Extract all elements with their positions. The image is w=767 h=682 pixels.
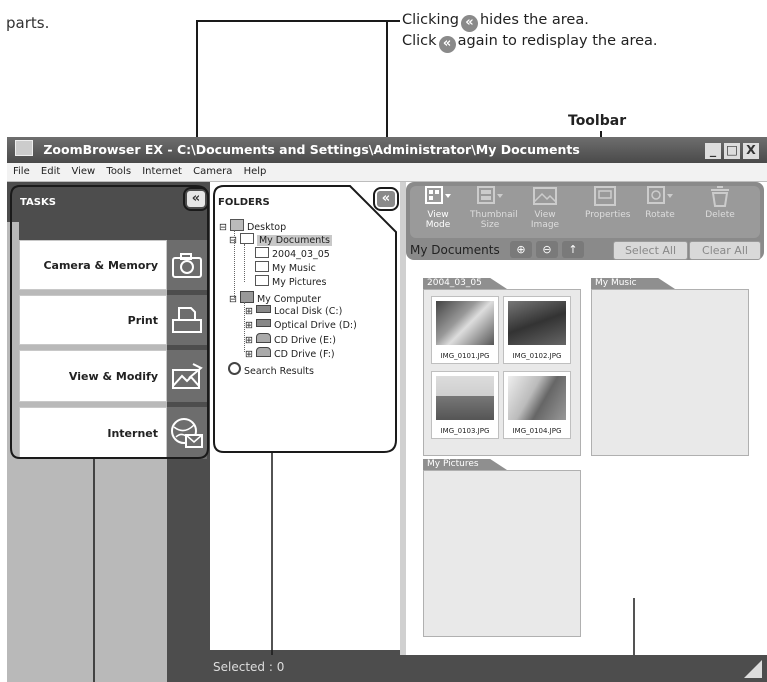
tree-node-optical-drive-d[interactable]: ⊞ Optical Drive (D:) xyxy=(245,319,357,332)
thumbnail-size-icon xyxy=(477,186,503,204)
group-my-music xyxy=(591,289,749,456)
tree-node-2004-03-05[interactable]: 2004_03_05 xyxy=(255,247,330,261)
tree-connector xyxy=(244,244,245,282)
rotate-icon xyxy=(647,186,673,204)
up-folder-button[interactable]: ↑ xyxy=(562,241,584,258)
thumbnail-img-0104[interactable]: IMG_0104.JPG xyxy=(503,371,571,439)
parrot-image xyxy=(436,301,494,345)
rotate-button[interactable]: Rotate xyxy=(640,185,680,235)
folder-icon xyxy=(255,247,269,258)
tree-node-my-music[interactable]: My Music xyxy=(255,261,316,275)
search-icon xyxy=(228,362,241,375)
cd-icon xyxy=(255,347,271,357)
thumbnail-img-0102[interactable]: IMG_0102.JPG xyxy=(503,296,571,364)
cows-image xyxy=(436,376,494,420)
status-text: Selected : 0 xyxy=(213,660,285,674)
properties-icon xyxy=(594,186,616,206)
tree-node-desktop[interactable]: ⊟ Desktop xyxy=(219,219,286,234)
up-arrow-icon: ↑ xyxy=(568,243,578,256)
thumbnail-img-0103[interactable]: IMG_0103.JPG xyxy=(431,371,499,439)
giraffe-image xyxy=(508,376,566,420)
select-all-button[interactable]: Select All xyxy=(613,241,688,260)
tree-node-my-pictures[interactable]: My Pictures xyxy=(255,275,326,289)
folder-icon xyxy=(255,261,269,272)
bird-image xyxy=(508,301,566,345)
zoom-out-icon: ⊖ xyxy=(542,243,552,256)
thumbnail-img-0101[interactable]: IMG_0101.JPG xyxy=(431,296,499,364)
tree-node-cd-drive-e[interactable]: ⊞ CD Drive (E:) xyxy=(245,333,336,347)
folders-collapse-button[interactable]: « xyxy=(377,191,395,207)
view-image-icon xyxy=(533,187,557,205)
resize-grip-icon[interactable] xyxy=(744,660,762,678)
zoom-out-button[interactable]: ⊖ xyxy=(536,241,558,258)
view-mode-button[interactable]: View Mode xyxy=(418,185,458,235)
view-image-button[interactable]: View Image xyxy=(525,185,565,235)
group-my-pictures xyxy=(423,470,581,637)
desktop-icon xyxy=(229,219,244,231)
computer-icon xyxy=(239,291,254,303)
drive-icon xyxy=(255,319,271,327)
cd-icon xyxy=(255,333,271,343)
chevron-left-icon: « xyxy=(381,191,391,206)
location-label: My Documents xyxy=(410,243,500,257)
zoom-in-icon: ⊕ xyxy=(516,243,526,256)
tree-node-local-disk-c[interactable]: ⊞ Local Disk (C:) xyxy=(245,305,342,318)
properties-button[interactable]: Properties xyxy=(585,185,630,235)
open-folder-icon xyxy=(239,233,254,244)
folders-header: FOLDERS xyxy=(218,197,270,208)
view-mode-icon xyxy=(425,186,451,204)
tree-connector xyxy=(234,230,235,298)
thumbnail-size-button[interactable]: Thumbnail Size xyxy=(470,185,518,235)
clear-all-button[interactable]: Clear All xyxy=(689,241,761,260)
delete-icon xyxy=(711,186,729,207)
delete-button[interactable]: Delete xyxy=(700,185,740,235)
folder-icon xyxy=(255,275,269,286)
tree-connector xyxy=(244,302,245,352)
tree-node-cd-drive-f[interactable]: ⊞ CD Drive (F:) xyxy=(245,347,335,361)
tree-node-my-computer[interactable]: ⊟ My Computer xyxy=(229,291,321,306)
drive-icon xyxy=(255,305,271,313)
tree-node-search-results[interactable]: Search Results xyxy=(228,362,314,378)
zoom-in-button[interactable]: ⊕ xyxy=(510,241,532,258)
